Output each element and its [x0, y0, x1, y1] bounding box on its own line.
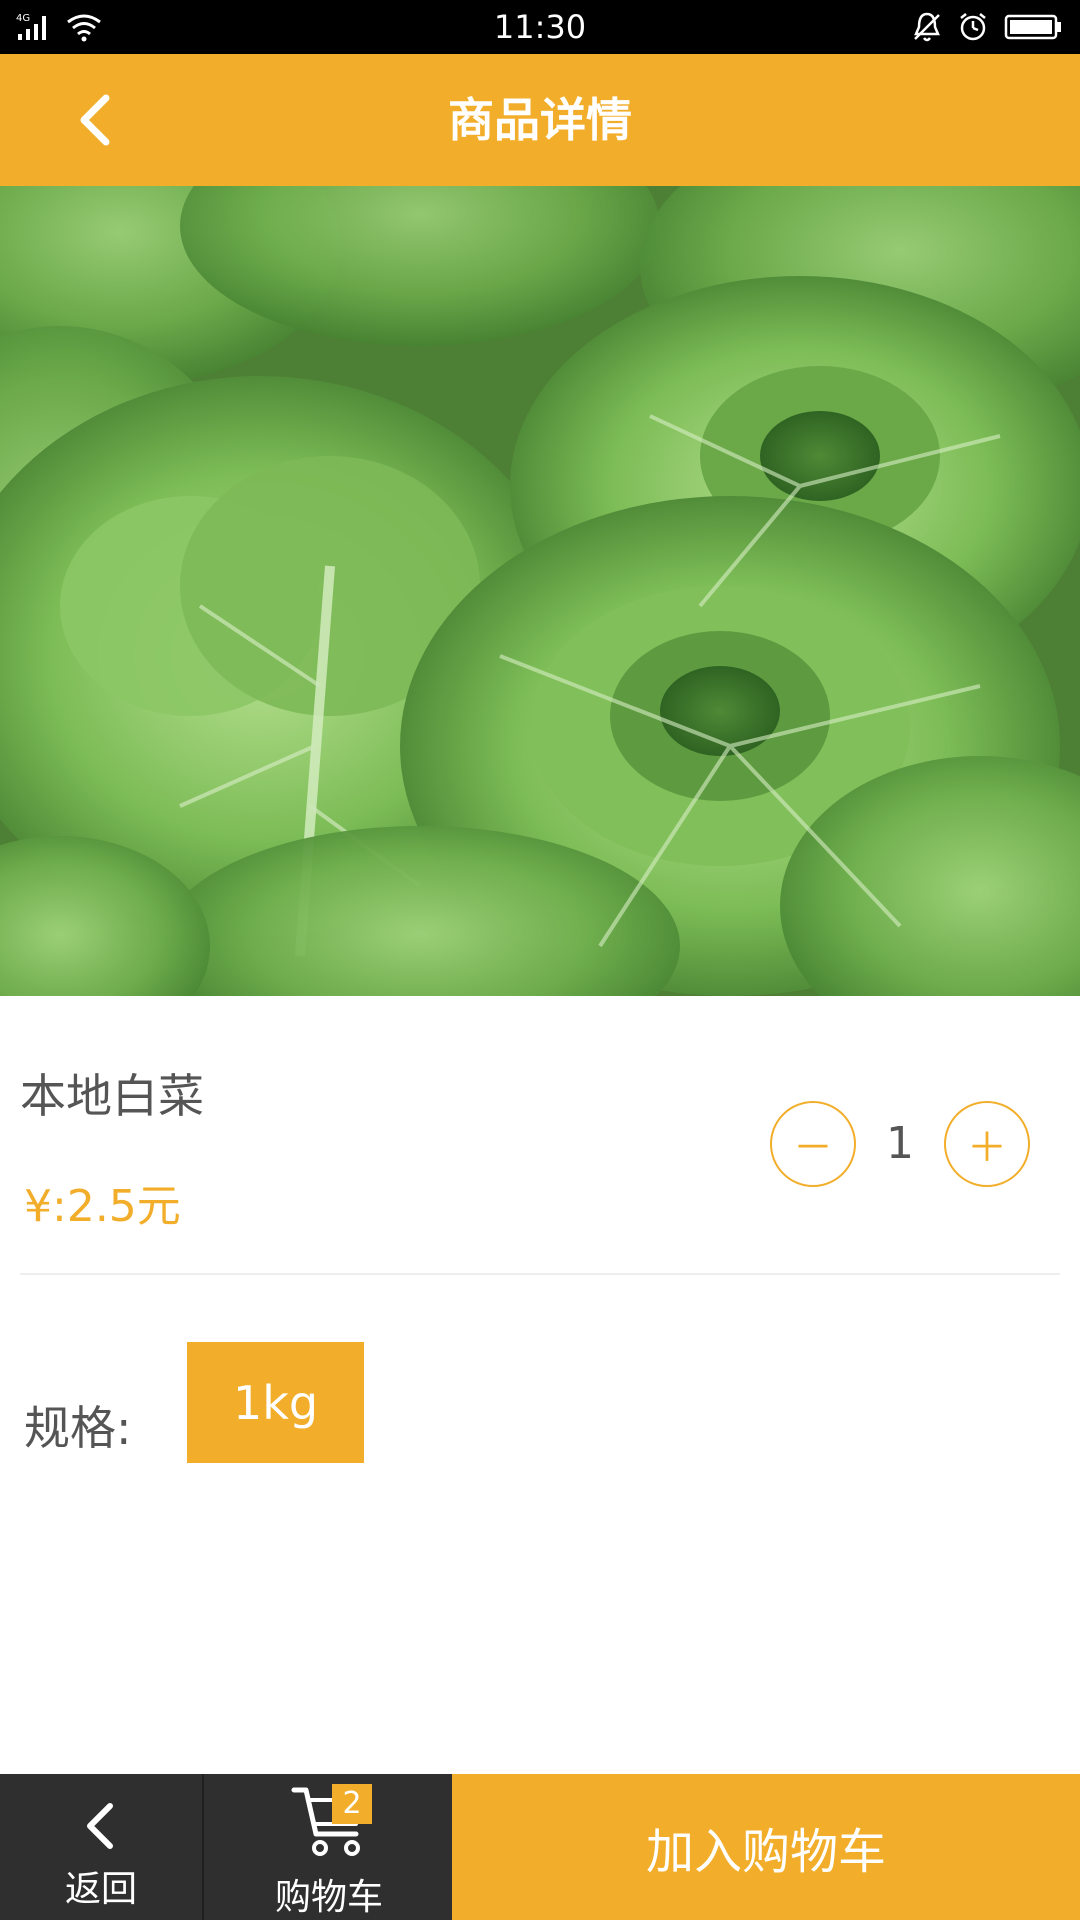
spec-label: 规格:: [24, 1401, 132, 1455]
bottom-cart-button[interactable]: 2 购物车: [206, 1774, 452, 1920]
add-to-cart-button[interactable]: 加入购物车: [452, 1774, 1080, 1920]
bottom-cart-label: 购物车: [274, 1877, 383, 1918]
app-bar: 商品详情: [0, 54, 1080, 186]
divider: [20, 1273, 1060, 1275]
plus-icon: ＋: [967, 1125, 1007, 1171]
cart-count-badge: 2: [332, 1784, 372, 1824]
chevron-left-icon: [87, 1803, 113, 1849]
product-image: [0, 186, 1080, 996]
cabbage-photo: [0, 186, 1080, 996]
quantity-value: 1: [886, 1118, 914, 1169]
page-title: 商品详情: [448, 93, 632, 147]
bottom-bar: 返回 2 购物车 加入购物车: [0, 1774, 1080, 1920]
status-bar: 4G 11:30: [0, 0, 1080, 54]
minus-icon: －: [793, 1125, 833, 1171]
spec-option-1kg[interactable]: 1kg: [187, 1342, 364, 1463]
spec-option-label: 1kg: [232, 1375, 319, 1430]
product-price: ¥:2.5元: [24, 1181, 181, 1232]
bottom-back-button[interactable]: 返回: [0, 1774, 204, 1920]
quantity-minus-button[interactable]: －: [770, 1101, 856, 1187]
status-right: [912, 8, 1064, 46]
alarm-icon: [960, 13, 986, 41]
bottom-back-label: 返回: [64, 1869, 137, 1910]
add-to-cart-label: 加入购物车: [645, 1824, 886, 1880]
notification-off-icon: [914, 12, 940, 42]
battery-icon: [1004, 14, 1061, 40]
quantity-plus-button[interactable]: ＋: [944, 1101, 1030, 1187]
product-name: 本地白菜: [20, 1069, 204, 1123]
